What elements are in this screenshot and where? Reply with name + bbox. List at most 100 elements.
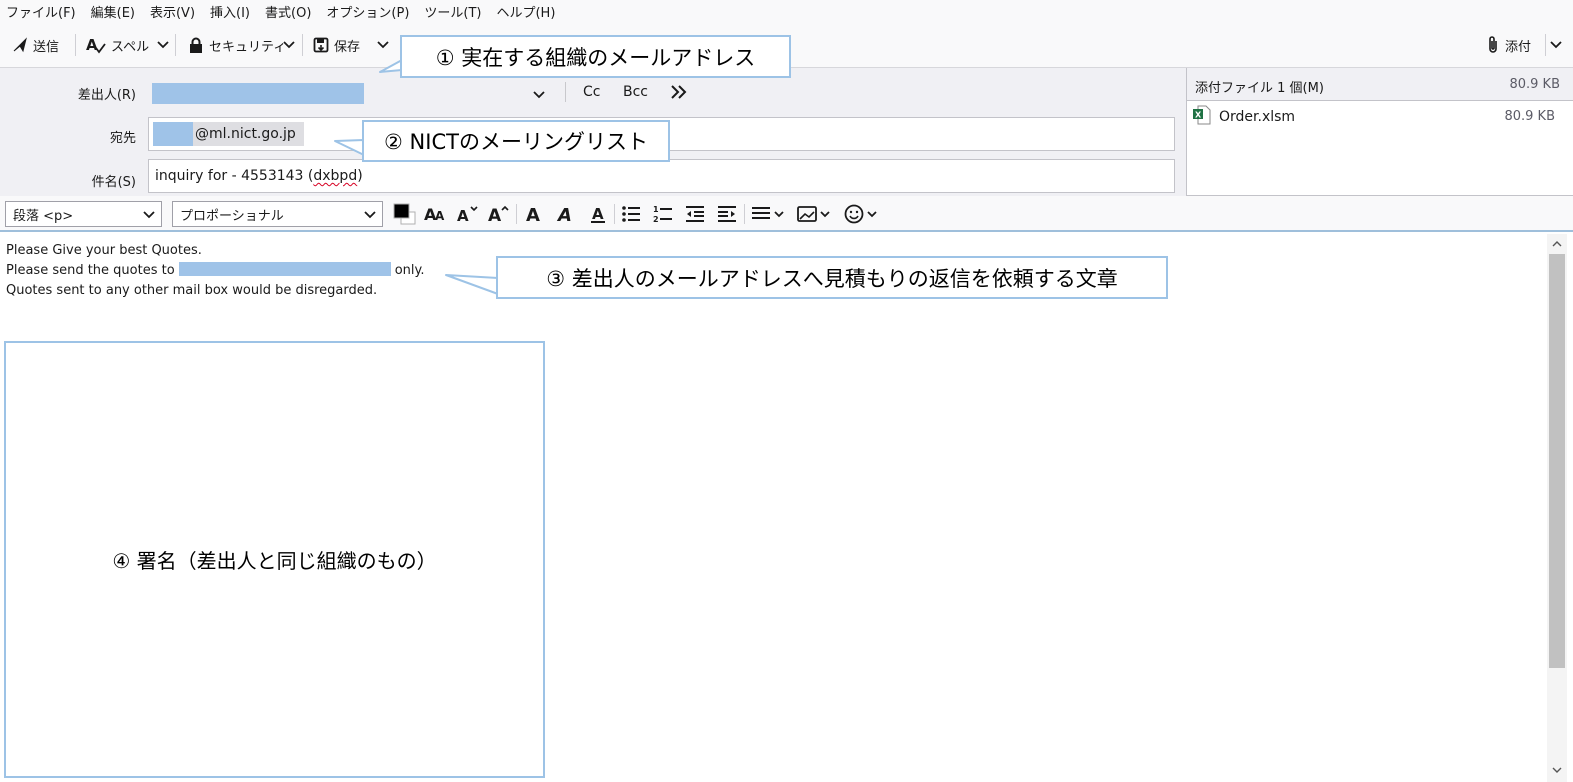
scroll-up-icon[interactable] (1551, 238, 1563, 250)
svg-text:A: A (488, 206, 502, 224)
send-button[interactable]: 送信 (12, 30, 59, 60)
insert-image-icon[interactable] (797, 204, 833, 224)
menu-format[interactable]: 書式(O) (265, 2, 311, 21)
body-line-1: Please Give your best Quotes. (6, 243, 202, 258)
paragraph-format-value: 段落 <p> (13, 208, 74, 224)
menu-file[interactable]: ファイル(F) (6, 2, 76, 21)
body-scrollbar[interactable] (1547, 234, 1567, 782)
attach-dropdown[interactable] (1549, 36, 1563, 54)
body-line-2-suffix: only. (394, 263, 425, 278)
align-menu-icon[interactable] (751, 204, 787, 224)
chevron-down-icon (1550, 38, 1562, 53)
spell-dropdown[interactable] (156, 36, 170, 54)
save-button[interactable]: 保存 (313, 30, 360, 60)
attachment-item[interactable]: X Order.xlsm 80.9 KB (1193, 105, 1563, 129)
chevron-down-icon (377, 38, 389, 53)
text-color-icon[interactable] (392, 203, 418, 225)
attachment-name: Order.xlsm (1219, 109, 1296, 125)
attachment-count: 添付ファイル 1 個(M) (1195, 81, 1324, 96)
spell-label: スペル (111, 39, 150, 55)
lock-icon (188, 37, 204, 53)
security-label: セキュリティ (209, 39, 287, 55)
scroll-down-icon[interactable] (1551, 764, 1563, 776)
bullet-list-icon[interactable] (620, 204, 642, 224)
attach-label: 添付 (1505, 39, 1532, 55)
format-separator (614, 204, 615, 224)
font-size-reset-icon[interactable]: AA (424, 204, 448, 224)
chevron-down-icon (283, 38, 295, 53)
chevron-down-icon (364, 208, 376, 224)
excel-file-icon: X (1193, 105, 1211, 129)
underline-icon[interactable]: A (587, 204, 609, 224)
menu-insert[interactable]: 挿入(I) (210, 2, 250, 21)
recipient-name-redacted (153, 122, 193, 146)
spellcheck-icon: A (86, 36, 106, 54)
send-label: 送信 (33, 39, 60, 55)
format-separator (744, 204, 745, 224)
toolbar-separator (175, 34, 176, 56)
from-address-redacted[interactable] (152, 83, 364, 104)
recipient-domain: @ml.nict.go.jp (195, 126, 296, 142)
reply-address-redacted (178, 262, 391, 276)
indent-icon[interactable] (716, 204, 738, 224)
recipient-pill[interactable]: @ml.nict.go.jp (153, 122, 304, 146)
svg-text:A: A (457, 207, 469, 224)
attachment-total-size: 80.9 KB (1509, 77, 1560, 92)
subject-label: 件名(S) (91, 175, 136, 190)
subject-suffix: ) (357, 168, 363, 184)
annotation-callout-2: ② NICTのメーリングリスト (362, 120, 670, 162)
header-separator (565, 82, 566, 102)
security-button[interactable]: セキュリティ (188, 30, 286, 60)
emoji-icon[interactable] (844, 204, 880, 224)
body-line-2-prefix: Please send the quotes to (6, 263, 175, 278)
menu-bar: ファイル(F) 編集(E) 表示(V) 挿入(I) 書式(O) オプション(P)… (0, 0, 1573, 22)
chevron-down-icon (143, 208, 155, 224)
message-body[interactable]: Please Give your best Quotes. Please sen… (6, 241, 424, 301)
menu-view[interactable]: 表示(V) (150, 2, 195, 21)
menu-edit[interactable]: 編集(E) (91, 2, 135, 21)
bold-icon[interactable]: A (523, 204, 545, 224)
outdent-icon[interactable] (684, 204, 706, 224)
toolbar-separator (302, 34, 303, 56)
subject-misspelled-word: dxbpd (313, 168, 358, 184)
italic-icon[interactable]: A (555, 204, 577, 224)
attachment-header[interactable]: 添付ファイル 1 個(M) 80.9 KB (1187, 68, 1573, 101)
toolbar-separator (1545, 34, 1546, 56)
format-toolbar: 段落 <p> プロポーショナル AA A A A A A 12 (0, 196, 1573, 232)
from-dropdown-icon[interactable] (533, 88, 545, 103)
font-smaller-icon[interactable]: A (456, 204, 480, 224)
signature-box: ④ 署名（差出人と同じ組織のもの） (4, 341, 545, 778)
body-line-2: Please send the quotes to only. (6, 261, 424, 281)
menu-tools[interactable]: ツール(T) (424, 2, 481, 21)
numbered-list-icon[interactable]: 12 (652, 204, 674, 224)
scroll-thumb[interactable] (1549, 254, 1565, 668)
security-dropdown[interactable] (282, 36, 296, 54)
spell-button[interactable]: A スペル (86, 30, 149, 60)
more-fields-icon[interactable] (670, 85, 688, 103)
paperclip-icon (1486, 35, 1500, 55)
subject-text: inquiry for - 4553143 (dxbpd) (155, 168, 363, 184)
attachment-pane: 添付ファイル 1 個(M) 80.9 KB X Order.xlsm 80.9 … (1186, 68, 1573, 196)
bcc-button[interactable]: Bcc (623, 84, 648, 100)
paragraph-format-select[interactable]: 段落 <p> (5, 201, 162, 227)
menu-help[interactable]: ヘルプ(H) (496, 2, 555, 21)
save-label: 保存 (334, 39, 361, 55)
subject-field[interactable]: inquiry for - 4553143 (dxbpd) (148, 159, 1175, 193)
attachment-size: 80.9 KB (1504, 109, 1555, 124)
attach-button[interactable]: 添付 (1486, 30, 1531, 60)
menu-options[interactable]: オプション(P) (326, 2, 409, 21)
svg-text:X: X (1195, 111, 1202, 120)
save-dropdown[interactable] (376, 36, 390, 54)
svg-text:A: A (526, 205, 540, 224)
annotation-callout-3: ③ 差出人のメールアドレスへ見積もりの返信を依頼する文章 (496, 256, 1168, 299)
font-select[interactable]: プロポーショナル (172, 201, 383, 227)
annotation-callout-4: ④ 署名（差出人と同じ組織のもの） (112, 549, 437, 573)
toolbar-separator (75, 34, 76, 56)
font-value: プロポーショナル (180, 208, 284, 224)
body-line-3: Quotes sent to any other mail box would … (6, 283, 378, 298)
to-label: 宛先 (109, 131, 136, 146)
svg-text:A: A (435, 209, 445, 223)
cc-button[interactable]: Cc (583, 84, 600, 100)
svg-text:1: 1 (653, 205, 659, 214)
font-larger-icon[interactable]: A (487, 204, 511, 224)
